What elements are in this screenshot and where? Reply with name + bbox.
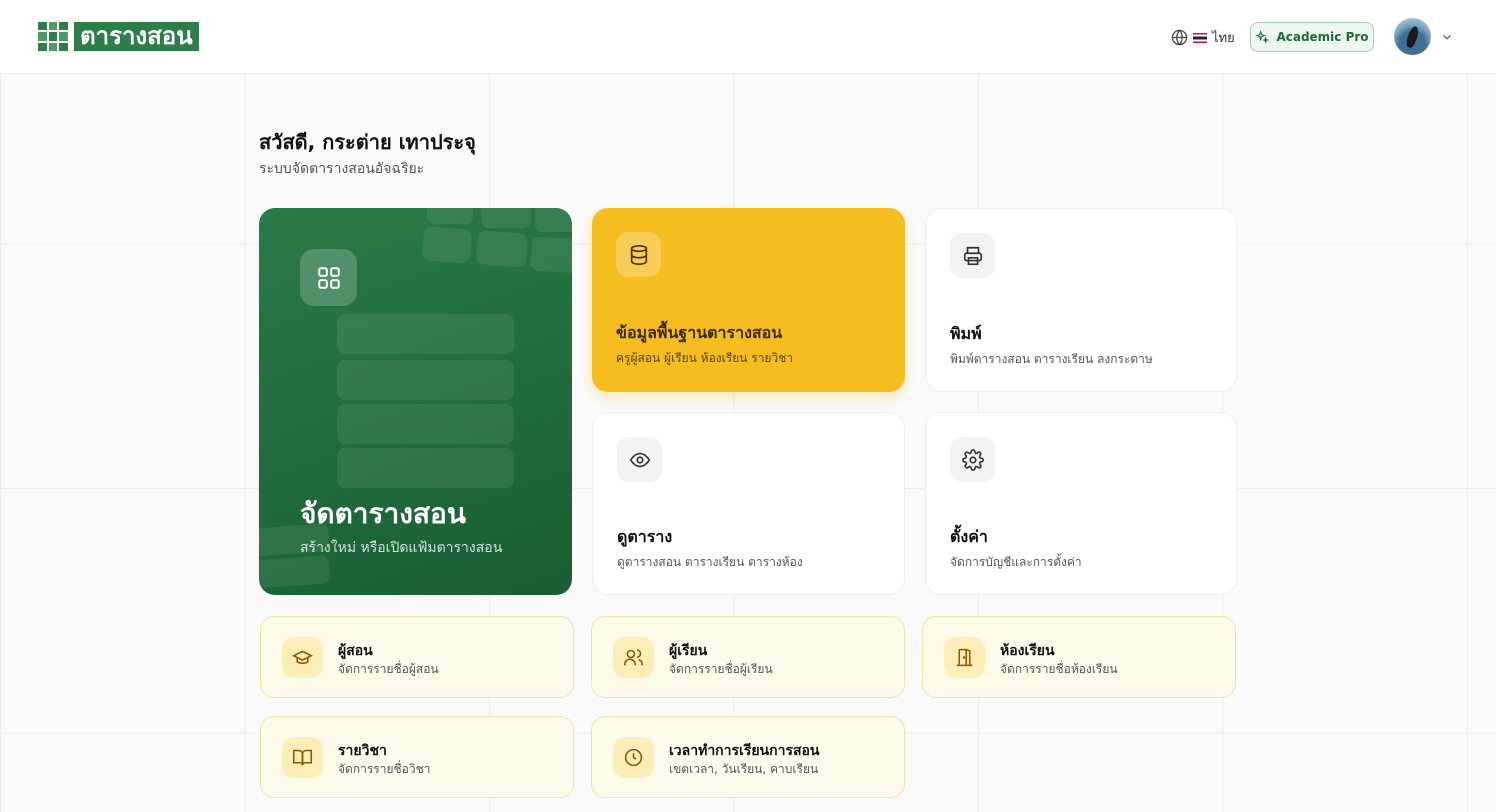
master-data-card[interactable]: ข้อมูลพื้นฐานตารางสอน ครูผู้สอน ผู้เรียน… [592,208,905,392]
periods-link-card[interactable]: เวลาทำการเรียนการสอน เขตเวลา, วันเรียน, … [591,716,905,798]
subjects-icon-box [282,737,323,778]
rooms-title: ห้องเรียน [1000,643,1055,659]
app-logo[interactable]: ตารางสอน [38,22,199,51]
print-icon-box [950,233,995,278]
decor-row [337,360,514,400]
students-link-card[interactable]: ผู้เรียน จัดการรายชื่อผู้เรียน [591,616,905,698]
graduation-cap-icon [292,650,313,664]
decor-row [337,314,514,354]
book-icon [292,749,313,766]
view-card-subtitle: ดูตารางสอน ตารางเรียน ตารางห้อง [617,555,803,569]
teachers-subtitle: จัดการรายชื่อผู้สอน [338,662,439,676]
teachers-link-card[interactable]: ผู้สอน จัดการรายชื่อผู้สอน [260,616,574,698]
language-switcher[interactable]: ไทย [1171,27,1235,48]
periods-title: เวลาทำการเรียนการสอน [669,743,820,759]
database-icon [630,244,647,265]
settings-icon-box [950,437,995,482]
grid-icon [317,266,340,289]
periods-icon-box [613,737,654,778]
teachers-icon-box [282,637,323,678]
print-card-subtitle: พิมพ์ตารางสอน ตารางเรียน ลงกระดาษ [950,352,1153,366]
plan-badge[interactable]: Academic Pro [1250,22,1374,52]
view-schedule-card[interactable]: ดูตาราง ดูตารางสอน ตารางเรียน ตารางห้อง [592,412,905,595]
hero-subtitle: สร้างใหม่ หรือเปิดแฟ้มตารางสอน [300,540,503,556]
chevron-down-icon[interactable] [1440,30,1454,44]
view-card-title: ดูตาราง [617,527,673,546]
globe-icon [1171,29,1188,46]
students-title: ผู้เรียน [669,643,708,659]
thai-flag-icon [1193,32,1207,43]
master-icon-box [616,232,661,277]
students-subtitle: จัดการรายชื่อผู้เรียน [669,662,773,676]
master-card-subtitle: ครูผู้สอน ผู้เรียน ห้องเรียน รายวิชา [616,351,794,365]
teachers-title: ผู้สอน [338,643,373,659]
rooms-icon-box [944,637,985,678]
subjects-title: รายวิชา [338,743,387,759]
top-header: ตารางสอน ไทย Academic Pro [0,0,1496,74]
greeting-subtitle: ระบบจัดตารางสอนอัจฉริยะ [259,161,425,177]
logo-text: ตารางสอน [74,22,199,51]
decor-block [535,208,572,232]
hero-title: จัดตารางสอน [300,497,466,530]
plan-badge-label: Academic Pro [1276,30,1369,44]
users-icon [623,649,644,666]
rooms-link-card[interactable]: ห้องเรียน จัดการรายชื่อห้องเรียน [922,616,1236,698]
door-icon [956,648,973,667]
rooms-subtitle: จัดการรายชื่อห้องเรียน [1000,662,1118,676]
students-icon-box [613,637,654,678]
print-card-title: พิมพ์ [950,324,982,343]
periods-subtitle: เขตเวลา, วันเรียน, คาบเรียน [669,762,819,776]
language-label: ไทย [1212,31,1235,46]
decor-block [475,230,529,268]
sparkles-icon [1255,29,1270,44]
eye-icon [629,452,650,467]
logo-grid-icon [38,22,68,51]
master-card-title: ข้อมูลพื้นฐานตารางสอน [616,323,783,342]
gear-icon [961,448,984,471]
decor-block [529,236,572,274]
settings-card[interactable]: ตั้งค่า จัดการบัญชีและการตั้งค่า [925,412,1237,595]
user-avatar[interactable] [1394,18,1431,55]
printer-icon [963,246,982,265]
decor-row [337,448,514,488]
print-card[interactable]: พิมพ์ พิมพ์ตารางสอน ตารางเรียน ลงกระดาษ [925,208,1237,392]
decor-block [481,208,531,228]
subjects-link-card[interactable]: รายวิชา จัดการรายชื่อวิชา [260,716,574,798]
settings-card-title: ตั้งค่า [950,527,988,546]
hero-icon-box [300,249,357,306]
clock-icon [624,748,643,767]
decor-block [421,226,473,264]
decor-block [427,208,473,224]
decor-block [259,555,330,589]
greeting-title: สวัสดี, กระต่าย เทาประจุ [259,130,476,154]
view-icon-box [617,437,662,482]
subjects-subtitle: จัดการรายชื่อวิชา [338,762,431,776]
decor-row [337,404,514,444]
settings-card-subtitle: จัดการบัญชีและการตั้งค่า [950,555,1082,569]
schedule-hero-card[interactable]: จัดตารางสอน สร้างใหม่ หรือเปิดแฟ้มตารางส… [259,208,572,595]
